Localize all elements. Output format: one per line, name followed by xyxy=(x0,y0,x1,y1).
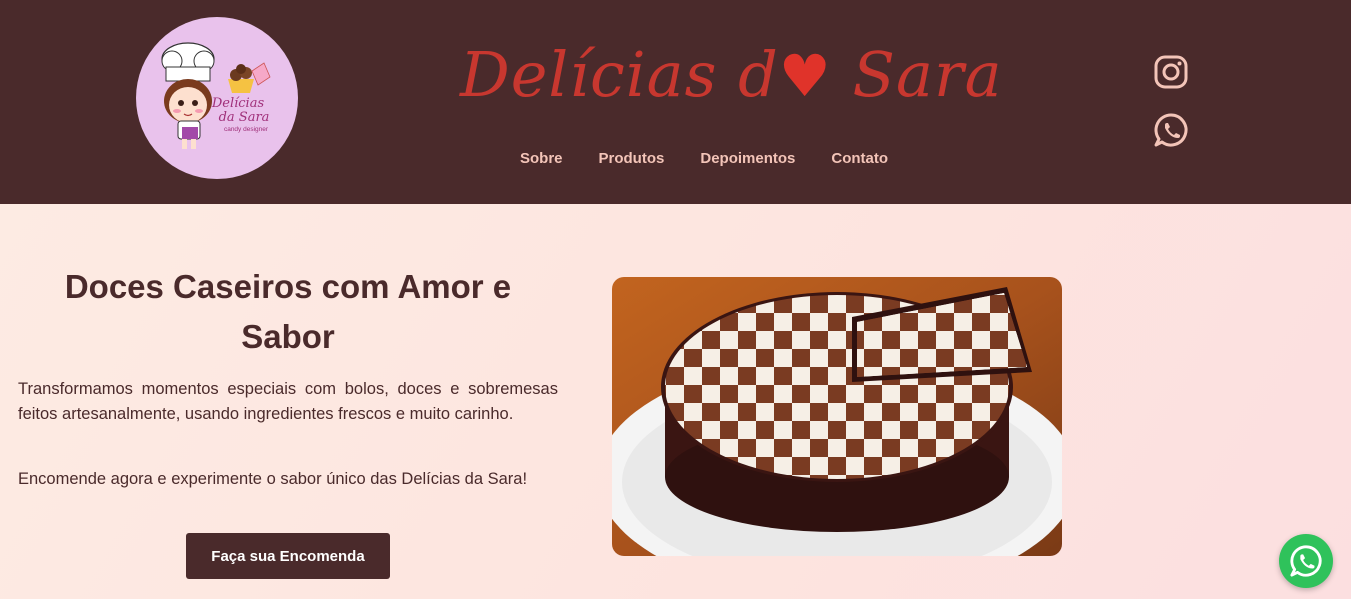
whatsapp-float-button[interactable] xyxy=(1279,534,1333,588)
svg-text:Delícias: Delícias xyxy=(211,96,265,111)
svg-text:candy designer: candy designer xyxy=(224,126,269,133)
nav-depoimentos[interactable]: Depoimentos xyxy=(700,150,795,167)
nav-contato[interactable]: Contato xyxy=(831,150,888,167)
cake-photo xyxy=(612,277,1062,556)
chef-girl-logo-icon: Delícias da Sara candy designer xyxy=(161,42,271,149)
checkerboard-cake-photo-icon xyxy=(612,277,1062,556)
whatsapp-icon xyxy=(1290,545,1322,577)
site-header: Delícias da Sara candy designer Delícias… xyxy=(0,0,1351,204)
whatsapp-icon xyxy=(1154,113,1188,147)
order-button[interactable]: Faça sua Encomenda xyxy=(186,533,390,579)
nav-sobre[interactable]: Sobre xyxy=(520,150,563,167)
brand-suffix: Sara xyxy=(831,38,1003,111)
hero-paragraph-1: Transformamos momentos especiais com bol… xyxy=(18,380,558,423)
brand-title: Delícias d♥ Sara xyxy=(460,38,1002,111)
whatsapp-link[interactable] xyxy=(1153,112,1189,148)
hero-title: Doces Caseiros com Amor e Sabor xyxy=(64,268,512,355)
instagram-icon xyxy=(1154,55,1188,89)
main-nav: Sobre Produtos Depoimentos Contato xyxy=(520,150,888,167)
hero-paragraph-2: Encomende agora e experimente o sabor ún… xyxy=(18,470,528,488)
nav-produtos[interactable]: Produtos xyxy=(599,150,665,167)
instagram-link[interactable] xyxy=(1153,54,1189,90)
svg-text:da Sara: da Sara xyxy=(219,110,270,125)
heart-icon: ♥ xyxy=(778,42,832,110)
logo[interactable]: Delícias da Sara candy designer xyxy=(136,17,298,179)
brand-prefix: Delícias d xyxy=(460,38,779,111)
